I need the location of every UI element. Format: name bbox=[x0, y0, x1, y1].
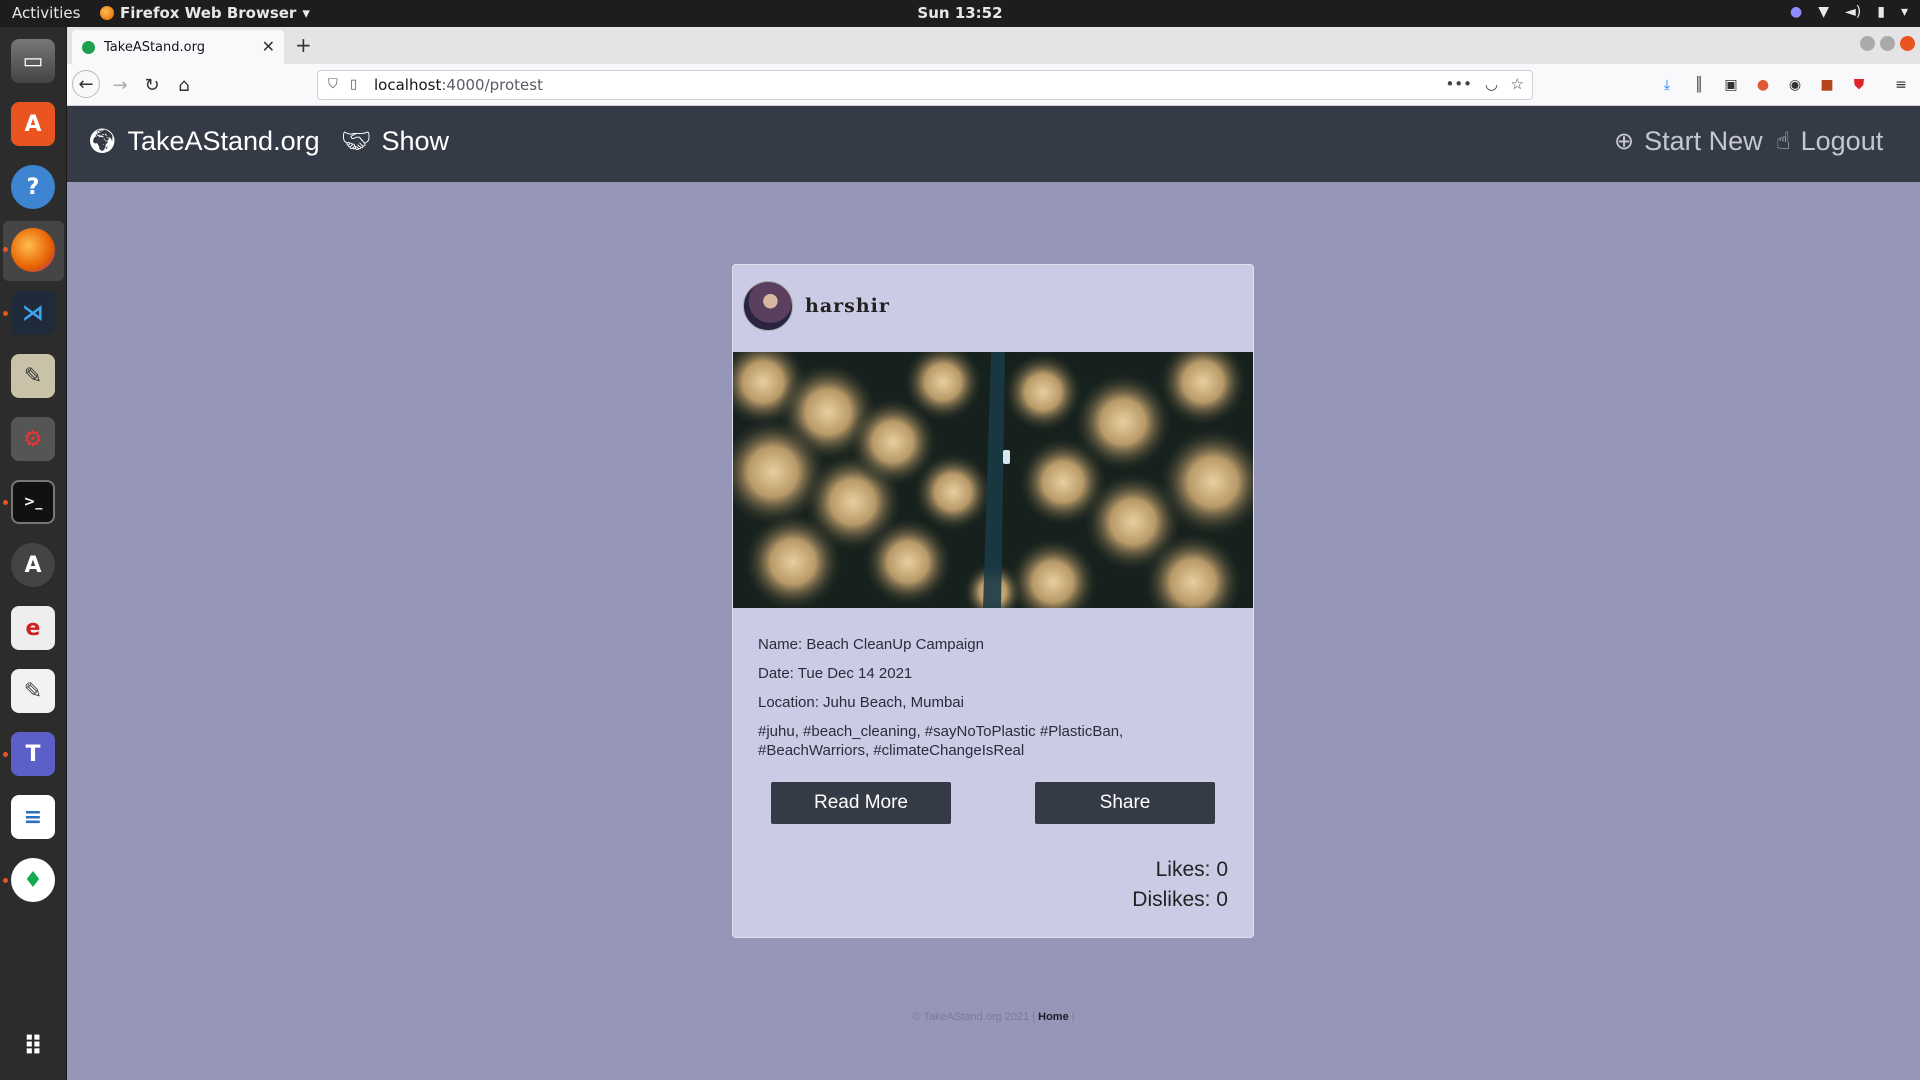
nav-logout-link[interactable]: ☝︎ Logout bbox=[1776, 126, 1883, 157]
page-actions-icon[interactable]: ••• bbox=[1445, 75, 1472, 93]
nav-start-new-link[interactable]: ⊕ Start New bbox=[1614, 126, 1763, 157]
pocket-icon[interactable]: ◡ bbox=[1485, 75, 1498, 93]
protest-image bbox=[733, 352, 1253, 608]
share-button[interactable]: Share bbox=[1035, 782, 1215, 824]
files-icon[interactable]: ▭ bbox=[11, 39, 55, 83]
nav-show-label: Show bbox=[381, 126, 450, 156]
protest-location: Location: Juhu Beach, Mumbai bbox=[758, 694, 964, 711]
updater-icon[interactable]: A bbox=[11, 543, 55, 587]
system-top-bar: Activities Firefox Web Browser ▾ Sun 13:… bbox=[0, 0, 1920, 27]
sidebar-icon[interactable]: ▣ bbox=[1722, 76, 1740, 94]
dock: ▭ A ? ⋊ ✎ ⚙ >_ A e ✎ T ≡ ♦ ⠿ bbox=[0, 27, 67, 1080]
dislikes-count: Dislikes: 0 bbox=[1132, 888, 1228, 911]
system-tray[interactable]: ● ▼ ◄) ▮ ▾ bbox=[1790, 4, 1908, 20]
footer-home-link[interactable]: Home bbox=[1038, 1011, 1069, 1023]
calc-icon[interactable]: ✎ bbox=[11, 354, 55, 398]
clock[interactable]: Sun 13:52 bbox=[917, 4, 1002, 22]
protest-date: Date: Tue Dec 14 2021 bbox=[758, 665, 913, 682]
username: harshir bbox=[805, 295, 890, 317]
running-indicator bbox=[3, 500, 8, 505]
volume-icon: ◄) bbox=[1845, 4, 1862, 20]
writer-icon[interactable]: ≡ bbox=[11, 795, 55, 839]
plus-circle-icon: ⊕ bbox=[1614, 128, 1635, 155]
protest-name: Name: Beach CleanUp Campaign bbox=[758, 636, 984, 653]
wifi-icon: ▼ bbox=[1818, 4, 1830, 20]
teams-icon[interactable]: T bbox=[11, 732, 55, 776]
app-menu-label: Firefox Web Browser bbox=[120, 4, 297, 22]
likes-count: Likes: 0 bbox=[1155, 858, 1228, 881]
battery-icon: ▮ bbox=[1877, 4, 1885, 20]
nav-toolbar: ← → ↻ ⌂ ⛉ ▯ localhost:4000/protest ••• ◡… bbox=[67, 64, 1920, 106]
settings-icon[interactable]: ⚙ bbox=[11, 417, 55, 461]
web-page: 🌍︎ TakeAStand.org 🤝︎ Show ⊕ Start New ☝︎… bbox=[67, 106, 1920, 1080]
chevron-down-icon: ▾ bbox=[302, 4, 310, 22]
tab-active[interactable]: TakeAStand.org ✕ bbox=[72, 30, 284, 64]
card-details: Name: Beach CleanUp Campaign Date: Tue D… bbox=[758, 635, 1238, 770]
globe-icon: 🌍︎ bbox=[87, 128, 118, 155]
downloads-icon[interactable]: ⤓ bbox=[1658, 76, 1676, 94]
extension-icon[interactable]: ■ bbox=[1818, 76, 1836, 94]
running-indicator bbox=[3, 878, 8, 883]
mongodb-compass-icon[interactable]: ♦ bbox=[11, 858, 55, 902]
nav-logout-label: Logout bbox=[1800, 126, 1884, 156]
chevron-down-icon: ▾ bbox=[1900, 4, 1908, 20]
back-button[interactable]: ← bbox=[72, 70, 100, 98]
tab-title: TakeAStand.org bbox=[104, 39, 205, 55]
close-tab-icon[interactable]: ✕ bbox=[262, 37, 275, 56]
maximize-button[interactable] bbox=[1880, 36, 1895, 51]
tab-strip: TakeAStand.org ✕ + bbox=[67, 27, 1920, 64]
home-button[interactable]: ⌂ bbox=[171, 72, 197, 98]
duckduckgo-icon[interactable]: ● bbox=[1754, 76, 1772, 94]
reaction-stats: Likes: 0 Dislikes: 0 bbox=[1132, 855, 1228, 915]
thumbs-up-icon: ☝︎ bbox=[1776, 128, 1791, 155]
url-bar[interactable]: ⛉ ▯ localhost:4000/protest ••• ◡ ☆ bbox=[317, 70, 1533, 100]
running-indicator bbox=[3, 752, 8, 757]
app-menu[interactable]: Firefox Web Browser ▾ bbox=[100, 4, 310, 22]
document-viewer-icon[interactable]: e bbox=[11, 606, 55, 650]
close-window-button[interactable] bbox=[1900, 36, 1915, 51]
software-center-icon[interactable]: A bbox=[11, 102, 55, 146]
hamburger-menu-icon[interactable]: ≡ bbox=[1892, 76, 1910, 94]
nav-show-link[interactable]: 🤝︎ Show bbox=[341, 126, 449, 157]
minimize-button[interactable] bbox=[1860, 36, 1875, 51]
running-indicator bbox=[3, 311, 8, 316]
running-indicator bbox=[3, 247, 8, 252]
url-path: :4000/protest bbox=[441, 76, 543, 94]
footer: © TakeAStand.org 2021 | Home | bbox=[67, 1011, 1920, 1023]
brand-link[interactable]: 🌍︎ TakeAStand.org bbox=[87, 126, 320, 157]
ublock-icon[interactable]: ⛊ bbox=[1850, 76, 1868, 94]
tracking-shield-icon[interactable]: ⛉ bbox=[328, 77, 338, 92]
footer-separator: | bbox=[1071, 1011, 1075, 1023]
tags-line-1: #juhu, #beach_cleaning, #sayNoToPlastic … bbox=[758, 723, 1124, 740]
forward-button[interactable]: → bbox=[107, 72, 133, 98]
nav-start-new-label: Start New bbox=[1644, 126, 1763, 156]
firefox-icon bbox=[100, 6, 114, 20]
page-info-icon[interactable]: ▯ bbox=[350, 77, 357, 92]
brand-label: TakeAStand.org bbox=[127, 126, 320, 156]
url-host: localhost bbox=[374, 76, 442, 94]
card-header: harshir bbox=[743, 281, 890, 331]
firefox-icon[interactable] bbox=[11, 228, 55, 272]
account-icon[interactable]: ◉ bbox=[1786, 76, 1804, 94]
terminal-icon[interactable]: >_ bbox=[11, 480, 55, 524]
vscode-icon[interactable]: ⋊ bbox=[11, 291, 55, 335]
library-icon[interactable]: ║ bbox=[1690, 76, 1708, 94]
teams-tray-icon[interactable]: ● bbox=[1790, 4, 1802, 20]
site-navbar: 🌍︎ TakeAStand.org 🤝︎ Show ⊕ Start New ☝︎… bbox=[67, 106, 1920, 182]
new-tab-button[interactable]: + bbox=[295, 33, 312, 57]
handshake-icon: 🤝︎ bbox=[341, 128, 372, 155]
tags-line-2: #BeachWarriors, #climateChangeIsReal bbox=[758, 742, 1025, 759]
reload-button[interactable]: ↻ bbox=[139, 72, 165, 98]
protest-tags: #juhu, #beach_cleaning, #sayNoToPlastic … bbox=[758, 722, 1238, 760]
protest-card: harshir Name: Beach CleanUp Campaign Dat… bbox=[732, 264, 1254, 938]
text-editor-icon[interactable]: ✎ bbox=[11, 669, 55, 713]
avatar bbox=[743, 281, 793, 331]
read-more-button[interactable]: Read More bbox=[771, 782, 951, 824]
help-icon[interactable]: ? bbox=[11, 165, 55, 209]
activities-button[interactable]: Activities bbox=[12, 4, 80, 22]
site-favicon bbox=[82, 40, 95, 54]
footer-copyright: © TakeAStand.org 2021 | bbox=[912, 1011, 1036, 1023]
show-applications-icon[interactable]: ⠿ bbox=[11, 1025, 55, 1069]
bookmark-star-icon[interactable]: ☆ bbox=[1511, 75, 1524, 93]
